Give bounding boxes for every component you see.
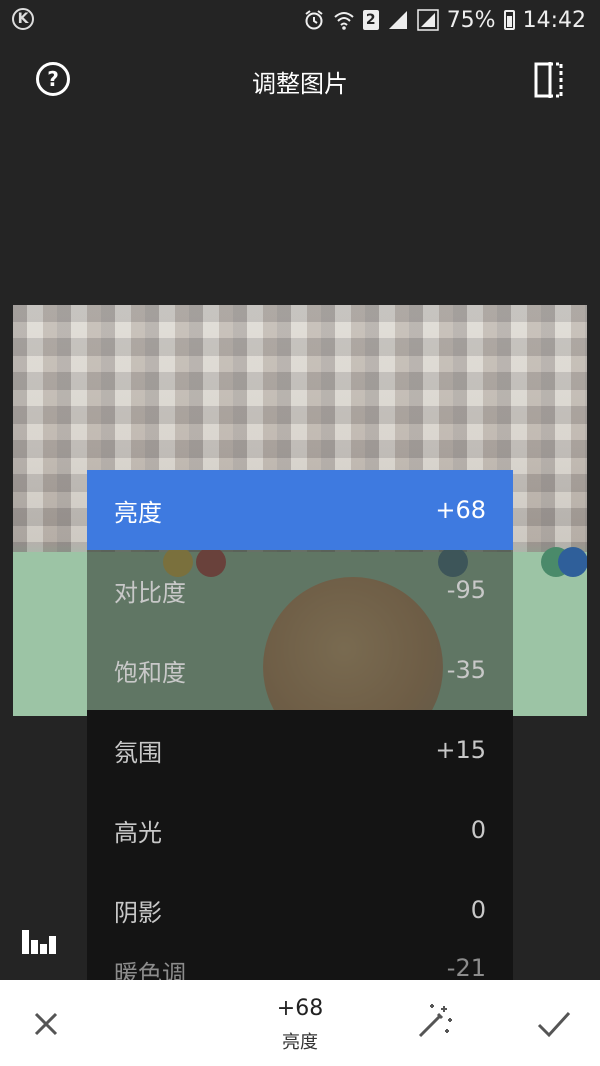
bottom-bar: +68 亮度 [0, 980, 600, 1066]
compare-icon[interactable] [534, 62, 564, 98]
menu-item-brightness[interactable]: 亮度 +68 [87, 470, 513, 550]
menu-item-label: 饱和度 [114, 658, 186, 687]
menu-item-label: 暖色调 [114, 960, 186, 980]
menu-item-value: -21 [446, 954, 486, 980]
auto-adjust-icon[interactable] [414, 1002, 454, 1042]
signal-icon [388, 11, 407, 29]
app-header: ? 调整图片 [0, 40, 600, 120]
menu-item-value: 0 [470, 816, 486, 844]
status-icons: 2 75% 14:42 [303, 6, 586, 34]
signal-2-icon [416, 9, 439, 31]
menu-item-value: -35 [446, 656, 486, 684]
app-notification-icon: K [12, 8, 34, 30]
menu-item-highlights[interactable]: 高光 0 [87, 790, 513, 870]
battery-percent: 75% [446, 7, 496, 33]
billiard-ball [558, 547, 587, 577]
adjust-menu: 亮度 +68 对比度 -95 饱和度 -35 氛围 +15 高光 0 阴影 0 … [87, 470, 513, 980]
menu-item-warmth[interactable]: 暖色调 -21 [87, 950, 513, 980]
clock: 14:42 [522, 7, 586, 33]
close-icon[interactable] [30, 1008, 62, 1040]
current-adjust-value: +68 [276, 996, 324, 1021]
menu-item-ambiance[interactable]: 氛围 +15 [87, 710, 513, 790]
histogram-icon[interactable] [22, 928, 58, 954]
alarm-icon [305, 10, 323, 30]
menu-item-label: 高光 [114, 818, 162, 847]
menu-item-label: 氛围 [114, 738, 162, 767]
menu-item-value: -95 [446, 576, 486, 604]
sim-slot-badge: 2 [362, 10, 379, 30]
menu-item-contrast[interactable]: 对比度 -95 [87, 550, 513, 630]
menu-item-saturation[interactable]: 饱和度 -35 [87, 630, 513, 710]
menu-item-value: +68 [435, 496, 486, 524]
status-bar: K 2 75% 14:42 [0, 0, 600, 40]
menu-item-label: 亮度 [114, 498, 162, 527]
menu-item-label: 对比度 [114, 578, 186, 607]
current-adjust-label: 亮度 [282, 1032, 318, 1053]
wifi-icon [334, 12, 354, 30]
page-title: 调整图片 [252, 70, 348, 98]
menu-item-label: 阴影 [114, 898, 162, 927]
menu-item-value: 0 [470, 896, 486, 924]
check-icon[interactable] [536, 1008, 572, 1040]
menu-item-value: +15 [435, 736, 486, 764]
battery-icon [503, 10, 515, 30]
menu-item-shadows[interactable]: 阴影 0 [87, 870, 513, 950]
